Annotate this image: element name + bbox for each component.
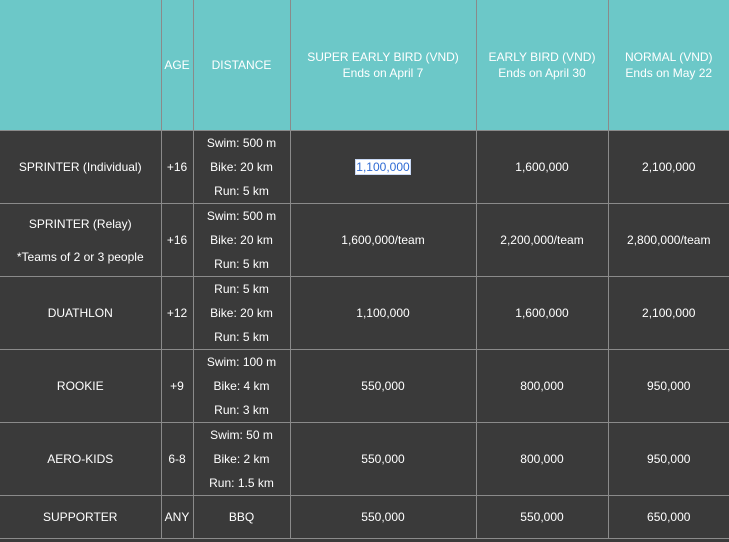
distance-line: Bike: 4 km — [213, 379, 270, 393]
header-early-bird: EARLY BIRD (VND) Ends on April 30 — [475, 0, 609, 131]
category-label: AERO-KIDS — [47, 452, 114, 466]
normal-price-cell: 950,000 — [607, 422, 729, 496]
distance-line: Swim: 100 m — [206, 355, 277, 369]
normal-price-cell: 2,100,000 — [607, 276, 729, 350]
normal-price-cell: 2,100,000 — [607, 130, 729, 204]
age-cell: 6-8 — [160, 422, 194, 496]
distance-line: Swim: 50 m — [210, 428, 273, 442]
table-row: SPRINTER (Relay) *Teams of 2 or 3 people… — [0, 203, 729, 277]
super-early-price-cell: 550,000 — [289, 349, 477, 423]
early-price-cell: 800,000 — [475, 349, 609, 423]
header-super-early-bird-title: SUPER EARLY BIRD (VND) — [307, 50, 459, 64]
age-cell: ANY — [160, 495, 194, 539]
distance-line: Swim: 500 m — [206, 136, 277, 150]
header-super-early-bird: SUPER EARLY BIRD (VND) Ends on April 7 — [289, 0, 477, 131]
category-name: AERO-KIDS — [0, 422, 162, 496]
pricing-table: AGE DISTANCE SUPER EARLY BIRD (VND) Ends… — [0, 0, 729, 539]
category-name: DUATHLON — [0, 276, 162, 350]
category-label: ROOKIE — [56, 379, 104, 393]
age-cell: +16 — [160, 130, 194, 204]
header-super-early-bird-deadline: Ends on April 7 — [342, 66, 424, 80]
distance-line: BBQ — [228, 510, 255, 524]
header-distance: DISTANCE — [192, 0, 291, 131]
header-empty-cell — [0, 0, 162, 131]
distance-cell: Swim: 500 m Bike: 20 km Run: 5 km — [192, 203, 291, 277]
super-early-price-cell: 1,600,000/team — [289, 203, 477, 277]
age-cell: +16 — [160, 203, 194, 277]
category-note: *Teams of 2 or 3 people — [16, 249, 144, 264]
early-price-cell: 800,000 — [475, 422, 609, 496]
super-early-price-cell: 550,000 — [289, 495, 477, 539]
distance-cell: Run: 5 km Bike: 20 km Run: 5 km — [192, 276, 291, 350]
normal-price-cell: 650,000 — [607, 495, 729, 539]
age-cell: +12 — [160, 276, 194, 350]
distance-cell: Swim: 50 m Bike: 2 km Run: 1.5 km — [192, 422, 291, 496]
header-age: AGE — [160, 0, 194, 131]
distance-line: Bike: 20 km — [210, 233, 273, 247]
early-price-cell: 1,600,000 — [475, 276, 609, 350]
category-label: SPRINTER (Relay) — [28, 216, 132, 231]
distance-line: Bike: 2 km — [213, 452, 270, 466]
table-row: SUPPORTER ANY BBQ 550,000 550,000 650,00… — [0, 495, 729, 539]
category-label: SPRINTER (Individual) — [18, 160, 142, 174]
table-row: AERO-KIDS 6-8 Swim: 50 m Bike: 2 km Run:… — [0, 422, 729, 496]
normal-price-cell: 2,800,000/team — [607, 203, 729, 277]
super-early-price-cell: 550,000 — [289, 422, 477, 496]
header-early-bird-deadline: Ends on April 30 — [498, 66, 586, 80]
distance-line: Run: 5 km — [214, 330, 269, 344]
header-normal: NORMAL (VND) Ends on May 22 — [607, 0, 729, 131]
age-cell: +9 — [160, 349, 194, 423]
distance-cell: Swim: 500 m Bike: 20 km Run: 5 km — [192, 130, 291, 204]
distance-line: Bike: 20 km — [210, 160, 273, 174]
table-row: DUATHLON +12 Run: 5 km Bike: 20 km Run: … — [0, 276, 729, 350]
table-row: SPRINTER (Individual) +16 Swim: 500 m Bi… — [0, 130, 729, 204]
header-normal-deadline: Ends on May 22 — [625, 66, 713, 80]
header-early-bird-title: EARLY BIRD (VND) — [488, 50, 596, 64]
super-early-price-cell: 1,100,000 — [289, 276, 477, 350]
distance-line: Run: 5 km — [214, 184, 269, 198]
distance-cell: Swim: 100 m Bike: 4 km Run: 3 km — [192, 349, 291, 423]
category-name: ROOKIE — [0, 349, 162, 423]
early-price-cell: 1,600,000 — [475, 130, 609, 204]
selected-price-text[interactable]: 1,100,000 — [356, 160, 410, 174]
table-row: ROOKIE +9 Swim: 100 m Bike: 4 km Run: 3 … — [0, 349, 729, 423]
distance-cell: BBQ — [192, 495, 291, 539]
distance-line: Run: 1.5 km — [209, 476, 274, 490]
header-normal-title: NORMAL (VND) — [624, 50, 713, 64]
distance-line: Run: 5 km — [214, 257, 269, 271]
table-header-row: AGE DISTANCE SUPER EARLY BIRD (VND) Ends… — [0, 0, 729, 131]
distance-line: Swim: 500 m — [206, 209, 277, 223]
early-price-cell: 2,200,000/team — [475, 203, 609, 277]
super-early-price-cell[interactable]: 1,100,000 — [289, 130, 477, 204]
early-price-cell: 550,000 — [475, 495, 609, 539]
distance-line: Bike: 20 km — [210, 306, 273, 320]
normal-price-cell: 950,000 — [607, 349, 729, 423]
category-name: SUPPORTER — [0, 495, 162, 539]
distance-line: Run: 3 km — [214, 403, 269, 417]
category-name: SPRINTER (Relay) *Teams of 2 or 3 people — [0, 203, 162, 277]
distance-line: Run: 5 km — [214, 282, 269, 296]
category-name: SPRINTER (Individual) — [0, 130, 162, 204]
category-label: DUATHLON — [47, 306, 113, 320]
category-label: SUPPORTER — [43, 510, 118, 524]
